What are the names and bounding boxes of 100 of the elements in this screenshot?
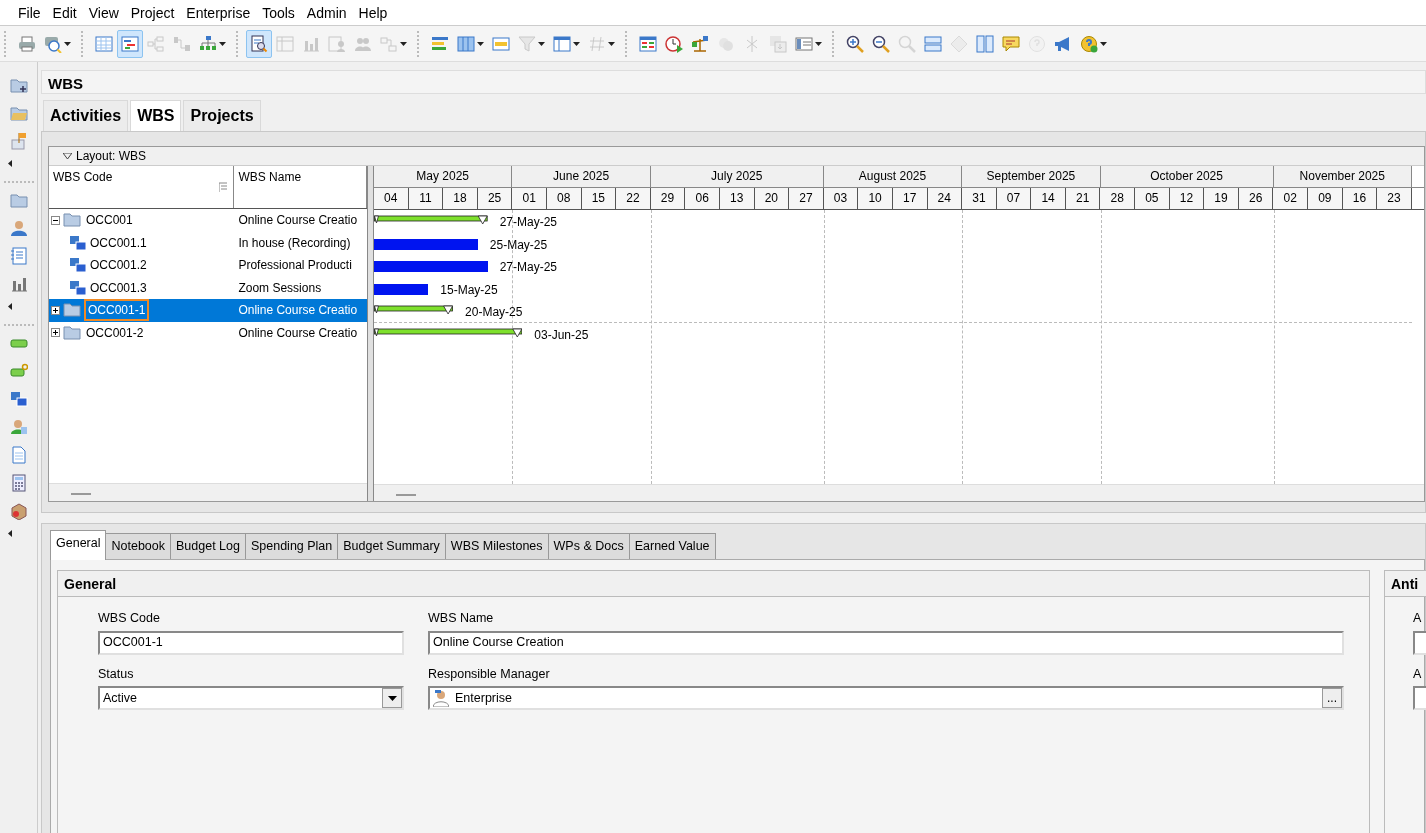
document-flag-icon[interactable] — [9, 132, 28, 150]
finish-date: 27-May-25 — [499, 259, 558, 276]
clock-icon — [665, 34, 683, 53]
folder-add-icon[interactable] — [9, 76, 28, 94]
tab[interactable]: Activities — [43, 100, 129, 131]
tab[interactable]: Notebook — [105, 533, 171, 559]
column-header[interactable]: WBS Code — [53, 170, 113, 184]
stacked-squares-icon[interactable] — [9, 390, 28, 408]
stacked-squares-icon — [69, 233, 87, 252]
rows-icon — [924, 34, 942, 53]
table-cell-text: Professional Producti — [238, 257, 352, 275]
layout-label[interactable]: Layout: WBS — [76, 147, 147, 165]
summary-bar[interactable] — [374, 215, 488, 225]
section-title: General — [58, 570, 1369, 597]
finish-date: 27-May-25 — [499, 214, 558, 231]
table-cell-text: OCC001.2 — [90, 257, 147, 275]
week-header: 07 — [996, 188, 1032, 209]
tab[interactable]: Earned Value — [628, 533, 716, 559]
person-card-icon[interactable] — [9, 418, 28, 436]
hash-icon — [588, 34, 606, 53]
document-person-icon — [328, 34, 346, 53]
month-header: August 2025 — [823, 166, 963, 187]
expand-icon[interactable] — [51, 305, 60, 315]
activity-bar[interactable] — [374, 238, 478, 250]
week-header: 23 — [1377, 188, 1412, 209]
menu-item[interactable]: Tools — [256, 1, 301, 24]
caret-icon — [538, 41, 545, 46]
collapse-icon[interactable] — [51, 215, 60, 225]
link-icon — [380, 34, 398, 53]
bars-icon — [431, 34, 449, 53]
tab[interactable]: Budget Log — [170, 533, 246, 559]
download-icon — [769, 34, 787, 53]
menu-item[interactable]: Admin — [300, 1, 353, 24]
week-header: 12 — [1169, 188, 1205, 209]
summary-bar[interactable] — [374, 327, 523, 338]
week-header: 24 — [927, 188, 963, 209]
menu-item[interactable]: Edit — [46, 1, 83, 24]
activity-bar[interactable] — [374, 283, 429, 295]
bar-chart-icon[interactable] — [9, 275, 28, 293]
printer-icon — [18, 34, 36, 53]
week-header: 06 — [685, 188, 720, 209]
menu-item[interactable]: Project — [124, 1, 181, 24]
week-header: 11 — [408, 188, 444, 209]
menu-item[interactable]: View — [82, 1, 125, 24]
week-header: 19 — [1204, 188, 1239, 209]
document-icon[interactable] — [9, 446, 28, 464]
input-field[interactable]: Enterprise — [455, 688, 512, 708]
dropdown-field[interactable]: Active — [98, 686, 404, 711]
input-field[interactable]: Online Course Creation — [428, 630, 1344, 655]
tab[interactable]: Spending Plan — [244, 533, 339, 559]
input-field[interactable]: OCC001-1 — [98, 630, 404, 655]
month-header: November 2025 — [1273, 166, 1412, 187]
open-folder-icon[interactable] — [9, 104, 28, 122]
collapse-arrow-icon[interactable] — [7, 530, 12, 537]
report-icon — [639, 34, 657, 53]
menu-item[interactable]: File — [12, 1, 47, 24]
toolbar-button[interactable] — [117, 29, 143, 58]
week-header: 10 — [858, 188, 893, 209]
person-icon[interactable] — [9, 219, 28, 237]
collapse-arrow-icon[interactable] — [7, 303, 12, 310]
collapse-arrow-icon[interactable] — [7, 160, 12, 167]
tab[interactable]: WPs & Docs — [547, 533, 630, 559]
expand-icon[interactable] — [51, 328, 60, 338]
menu-item[interactable]: Enterprise — [180, 1, 257, 24]
section-title: Anti — [1385, 570, 1426, 597]
week-header: 26 — [1238, 188, 1274, 209]
zoom-out-icon — [872, 34, 890, 53]
bar-key-icon[interactable] — [9, 362, 28, 380]
tab[interactable]: Budget Summary — [337, 533, 446, 559]
finish-date: 03-Jun-25 — [534, 326, 589, 344]
box-icon[interactable] — [9, 502, 28, 520]
stacked-squares-icon — [69, 256, 87, 275]
table-cell: OCC001-1 — [86, 301, 148, 320]
print-preview-icon — [44, 34, 62, 53]
columns-split-icon — [976, 34, 994, 53]
browse-button[interactable]: ... — [1322, 688, 1342, 709]
table-cell-text: OCC001-2 — [86, 324, 144, 342]
column-header[interactable]: WBS Name — [238, 170, 302, 184]
caret-icon — [815, 41, 822, 46]
notebook-icon[interactable] — [9, 247, 28, 265]
month-header: October 2025 — [1100, 166, 1274, 187]
summary-bar[interactable] — [374, 305, 454, 315]
menu-item[interactable]: Help — [352, 1, 394, 24]
tab[interactable]: General — [50, 530, 107, 560]
tab[interactable]: WBS — [130, 100, 182, 131]
caret-icon — [1100, 41, 1107, 46]
field-label: A — [1413, 609, 1423, 627]
toolbar-button[interactable] — [246, 29, 272, 58]
tab[interactable]: Projects — [183, 100, 261, 131]
expand-arrow-icon[interactable] — [63, 153, 72, 159]
tab[interactable]: WBS Milestones — [444, 533, 549, 559]
filter-icon — [518, 34, 536, 53]
folder-icon[interactable] — [9, 191, 28, 209]
hierarchy-icon — [199, 34, 217, 53]
week-header: 14 — [1031, 188, 1066, 209]
comment-icon — [1002, 34, 1020, 53]
scroll-grip[interactable] — [71, 493, 91, 495]
calculator-icon[interactable] — [9, 474, 28, 492]
month-header: May 2025 — [374, 166, 513, 187]
scroll-grip[interactable] — [396, 494, 416, 496]
